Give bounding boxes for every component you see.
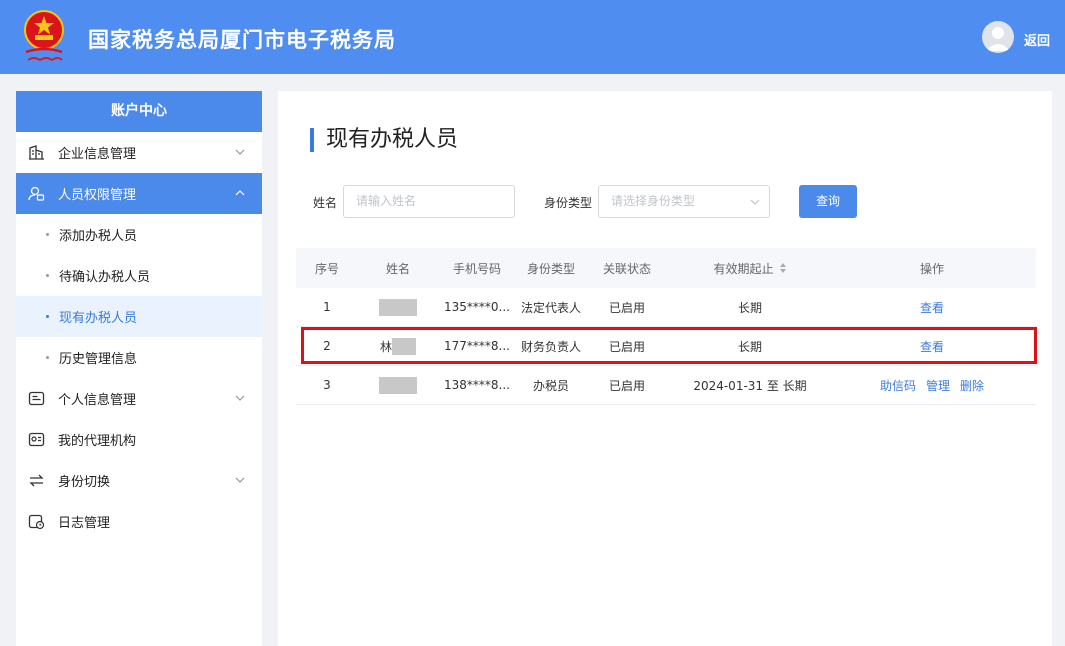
- column-header: 关联状态: [602, 261, 651, 276]
- row-status: 已启用: [608, 378, 645, 393]
- view-link[interactable]: 查看: [920, 299, 944, 316]
- top-header: 国家税务总局厦门市电子税务局 返回: [0, 0, 1065, 74]
- table-row: 1 135****0... 法定代表人 已启用 长期 查看: [296, 288, 1036, 327]
- column-header-sortable[interactable]: 有效期起止: [668, 248, 832, 288]
- row-status: 已启用: [608, 300, 645, 315]
- bullet-dot: [46, 274, 49, 277]
- sidebar-subitem-label: 现有办税人员: [59, 311, 138, 326]
- sidebar-item-label: 身份切换: [58, 475, 111, 490]
- row-index: 3: [323, 378, 331, 392]
- manage-link[interactable]: 管理: [926, 377, 950, 394]
- sort-icon[interactable]: [779, 263, 787, 273]
- site-title: 国家税务总局厦门市电子税务局: [88, 28, 396, 52]
- row-validity: 2024-01-31 至 长期: [693, 378, 807, 393]
- row-index: 1: [323, 300, 331, 314]
- back-link[interactable]: 返回: [1024, 30, 1050, 49]
- redacted-name-block: [379, 298, 417, 316]
- row-identity: 法定代表人: [520, 300, 581, 315]
- sidebar-item-personal-info[interactable]: 个人信息管理: [16, 378, 262, 419]
- column-header: 手机号码: [452, 261, 501, 276]
- name-search-input[interactable]: 请输入姓名: [343, 185, 515, 218]
- sidebar-item-label: 人员权限管理: [58, 188, 137, 203]
- sidebar-item-label: 我的代理机构: [58, 434, 137, 449]
- table-header: 序号 姓名 手机号码 身份类型 关联状态 有效期起止 操作: [296, 248, 1036, 288]
- bullet-dot: [46, 233, 49, 236]
- sidebar-subitem-current-tax-staff[interactable]: 现有办税人员: [16, 296, 262, 337]
- delete-link[interactable]: 删除: [960, 377, 984, 394]
- sidebar-item-label: 日志管理: [58, 516, 111, 531]
- bullet-dot: [46, 315, 49, 318]
- sidebar-title: 账户中心: [16, 91, 262, 132]
- identity-type-label: 身份类型: [544, 196, 593, 210]
- switch-icon: [29, 474, 44, 487]
- page-title: 现有办税人员: [310, 128, 458, 152]
- table-row: 3 138****8... 办税员 已启用 2024-01-31 至 长期 助信…: [296, 366, 1036, 405]
- sidebar-subitem-pending-tax-staff[interactable]: 待确认办税人员: [16, 255, 262, 296]
- sidebar-item-identity-switch[interactable]: 身份切换: [16, 460, 262, 501]
- chevron-down-icon: [750, 199, 760, 205]
- sidebar-subitem-label: 待确认办税人员: [59, 270, 151, 285]
- id-card-icon: [28, 391, 45, 406]
- sidebar-subitem-label: 历史管理信息: [59, 352, 138, 367]
- column-header: 操作: [919, 261, 944, 276]
- redacted-name-block: [379, 376, 417, 394]
- sidebar-subitem-add-tax-staff[interactable]: 添加办税人员: [16, 214, 262, 255]
- agency-icon: [28, 432, 45, 447]
- assist-code-link[interactable]: 助信码: [880, 377, 916, 394]
- sidebar-subitem-history-management[interactable]: 历史管理信息: [16, 337, 262, 378]
- chevron-down-icon: [235, 477, 245, 483]
- bullet-dot: [46, 356, 49, 359]
- building-icon: [29, 145, 44, 160]
- chevron-down-icon: [235, 395, 245, 401]
- sidebar-item-my-agency[interactable]: 我的代理机构: [16, 419, 262, 460]
- sidebar: 账户中心 企业信息管理 人员权限管理 添加办税人员 待确认办税人员 现有办税人员…: [16, 91, 262, 646]
- row-phone: 138****8...: [444, 378, 510, 392]
- sidebar-item-company-info[interactable]: 企业信息管理: [16, 132, 262, 173]
- row-actions: 助信码 管理 删除: [832, 366, 1032, 404]
- highlight-box: [301, 327, 1037, 364]
- user-avatar-icon[interactable]: [982, 21, 1014, 53]
- sidebar-item-log-management[interactable]: 日志管理: [16, 501, 262, 542]
- sidebar-subitem-label: 添加办税人员: [59, 229, 138, 244]
- row-validity: 长期: [737, 300, 762, 315]
- main-content: 现有办税人员 姓名 请输入姓名 身份类型 请选择身份类型 查询 序号 姓名 手机…: [278, 91, 1052, 646]
- tax-bureau-emblem-icon: [24, 10, 64, 61]
- sidebar-item-personnel-permissions[interactable]: 人员权限管理: [16, 173, 262, 214]
- user-lock-icon: [28, 186, 45, 201]
- column-header-label: 有效期起止: [713, 261, 774, 276]
- sidebar-item-label: 企业信息管理: [58, 147, 137, 162]
- chevron-up-icon: [235, 190, 245, 196]
- column-header: 身份类型: [526, 261, 575, 276]
- log-icon: [28, 514, 45, 530]
- query-button[interactable]: 查询: [799, 185, 857, 218]
- row-actions: 查看: [832, 288, 1032, 326]
- identity-type-select[interactable]: 请选择身份类型: [598, 185, 770, 218]
- row-name: [358, 366, 438, 404]
- row-phone: 135****0...: [444, 300, 510, 314]
- name-filter-label: 姓名: [313, 196, 338, 210]
- row-identity: 办税员: [532, 378, 569, 393]
- sidebar-item-label: 个人信息管理: [58, 393, 137, 408]
- column-header: 序号: [314, 261, 339, 276]
- identity-type-placeholder: 请选择身份类型: [611, 194, 696, 208]
- chevron-down-icon: [235, 149, 245, 155]
- row-name: [358, 288, 438, 326]
- column-header: 姓名: [385, 261, 410, 276]
